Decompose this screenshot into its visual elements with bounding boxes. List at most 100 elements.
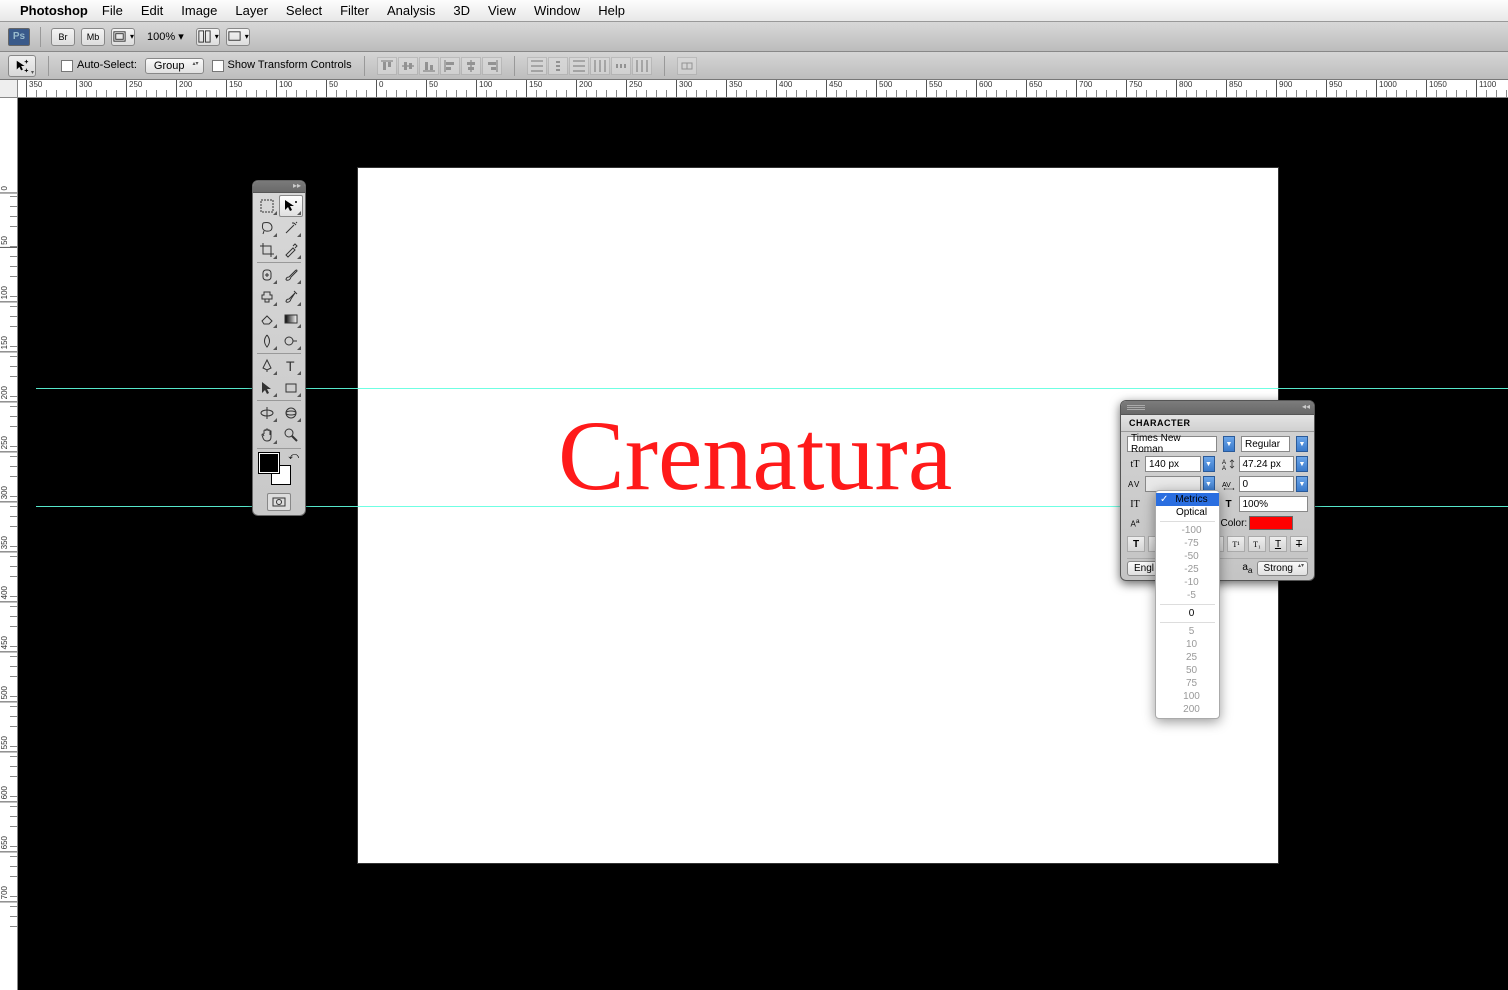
3d-rotate-tool[interactable] [255, 402, 279, 424]
menu-file[interactable]: File [102, 3, 123, 18]
text-layer[interactable]: Crenatura [558, 398, 952, 513]
dist-vcenter-button[interactable] [548, 57, 568, 75]
arrange-docs-button[interactable] [196, 28, 220, 46]
text-color-swatch[interactable] [1249, 516, 1293, 530]
menu-view[interactable]: View [488, 3, 516, 18]
move-tool[interactable] [279, 195, 303, 217]
dist-top-button[interactable] [527, 57, 547, 75]
dodge-tool[interactable] [279, 330, 303, 352]
kern-option[interactable]: -10 [1156, 576, 1219, 589]
marquee-tool[interactable] [255, 195, 279, 217]
path-select-tool[interactable] [255, 377, 279, 399]
foreground-color[interactable] [259, 453, 279, 473]
character-panel-header[interactable] [1121, 401, 1314, 415]
kern-option-optical[interactable]: Optical [1156, 506, 1219, 519]
hscale-field[interactable]: 100% [1239, 496, 1309, 512]
underline-button[interactable]: T [1269, 536, 1287, 552]
gradient-tool[interactable] [279, 308, 303, 330]
kern-option[interactable]: 25 [1156, 651, 1219, 664]
font-size-field[interactable]: 140 px [1145, 456, 1201, 472]
menu-filter[interactable]: Filter [340, 3, 369, 18]
tools-panel-header[interactable] [253, 181, 305, 193]
kern-option[interactable]: 100 [1156, 690, 1219, 703]
tracking-dropdown[interactable]: ▼ [1296, 476, 1308, 492]
font-style-dropdown[interactable]: ▼ [1296, 436, 1308, 452]
font-family-dropdown[interactable]: ▼ [1223, 436, 1235, 452]
dist-right-button[interactable] [632, 57, 652, 75]
kern-option[interactable]: -100 [1156, 524, 1219, 537]
lasso-tool[interactable] [255, 217, 279, 239]
tools-panel[interactable]: T ⤺ [252, 180, 306, 516]
history-brush-tool[interactable] [279, 286, 303, 308]
active-tool-icon[interactable]: ▾ [8, 55, 36, 77]
kern-option[interactable]: -75 [1156, 537, 1219, 550]
zoom-level[interactable]: 100% ▾ [147, 30, 184, 43]
ruler-origin[interactable] [0, 80, 18, 98]
menu-edit[interactable]: Edit [141, 3, 163, 18]
zoom-tool[interactable] [279, 424, 303, 446]
swap-colors-icon[interactable]: ⤺ [288, 451, 299, 462]
align-right-button[interactable] [482, 57, 502, 75]
3d-orbit-tool[interactable] [279, 402, 303, 424]
eraser-tool[interactable] [255, 308, 279, 330]
screen-mode-button[interactable] [226, 28, 250, 46]
menu-select[interactable]: Select [286, 3, 322, 18]
kern-option[interactable]: 5 [1156, 625, 1219, 638]
dist-left-button[interactable] [590, 57, 610, 75]
healing-brush-tool[interactable] [255, 264, 279, 286]
align-top-button[interactable] [377, 57, 397, 75]
color-swatches[interactable]: ⤺ [253, 449, 305, 491]
kern-option[interactable]: -25 [1156, 563, 1219, 576]
kern-option-zero[interactable]: 0 [1156, 607, 1219, 620]
autoselect-checkbox[interactable]: Auto-Select: [61, 59, 137, 71]
kern-option[interactable]: -5 [1156, 589, 1219, 602]
transform-checkbox[interactable]: Show Transform Controls [212, 59, 352, 71]
app-name[interactable]: Photoshop [20, 3, 88, 18]
leading-dropdown[interactable]: ▼ [1296, 456, 1308, 472]
magic-wand-tool[interactable] [279, 217, 303, 239]
font-style-field[interactable]: Regular [1241, 436, 1290, 452]
align-left-button[interactable] [440, 57, 460, 75]
align-vcenter-button[interactable] [398, 57, 418, 75]
dist-hcenter-button[interactable] [611, 57, 631, 75]
align-hcenter-button[interactable] [461, 57, 481, 75]
antialias-select[interactable]: Strong [1257, 561, 1308, 576]
ruler-vertical[interactable]: 0501001502002503003504004505005506006507… [0, 98, 18, 990]
dist-bottom-button[interactable] [569, 57, 589, 75]
font-size-dropdown[interactable]: ▼ [1203, 456, 1215, 472]
view-extras-button[interactable] [111, 28, 135, 46]
clone-stamp-tool[interactable] [255, 286, 279, 308]
character-tab[interactable]: CHARACTER [1121, 415, 1314, 432]
hand-tool[interactable] [255, 424, 279, 446]
subscript-button[interactable]: T₁ [1248, 536, 1266, 552]
menu-image[interactable]: Image [181, 3, 217, 18]
menu-window[interactable]: Window [534, 3, 580, 18]
minibridge-button[interactable]: Mb [81, 28, 105, 46]
align-bottom-button[interactable] [419, 57, 439, 75]
menu-3d[interactable]: 3D [453, 3, 470, 18]
eyedropper-tool[interactable] [279, 239, 303, 261]
rectangle-tool[interactable] [279, 377, 303, 399]
kern-option[interactable]: 75 [1156, 677, 1219, 690]
menu-help[interactable]: Help [598, 3, 625, 18]
blur-tool[interactable] [255, 330, 279, 352]
kern-option[interactable]: 10 [1156, 638, 1219, 651]
kern-option-metrics[interactable]: Metrics [1156, 493, 1219, 506]
menu-layer[interactable]: Layer [235, 3, 268, 18]
kern-option[interactable]: -50 [1156, 550, 1219, 563]
kern-option[interactable]: 200 [1156, 703, 1219, 716]
superscript-button[interactable]: T¹ [1227, 536, 1245, 552]
font-family-field[interactable]: Times New Roman [1127, 436, 1217, 452]
ruler-horizontal[interactable]: 3503002502001501005005010015020025030035… [18, 80, 1508, 98]
crop-tool[interactable] [255, 239, 279, 261]
tracking-field[interactable]: 0 [1239, 476, 1295, 492]
leading-field[interactable]: 47.24 px [1239, 456, 1295, 472]
kern-option[interactable]: 50 [1156, 664, 1219, 677]
strike-button[interactable]: T [1290, 536, 1308, 552]
autoselect-target-select[interactable]: Group [145, 58, 204, 74]
pen-tool[interactable] [255, 355, 279, 377]
bridge-button[interactable]: Br [51, 28, 75, 46]
quickmask-toggle[interactable] [253, 491, 305, 515]
kerning-dropdown-menu[interactable]: Metrics Optical -100 -75 -50 -25 -10 -5 … [1155, 490, 1220, 719]
type-tool[interactable]: T [279, 355, 303, 377]
